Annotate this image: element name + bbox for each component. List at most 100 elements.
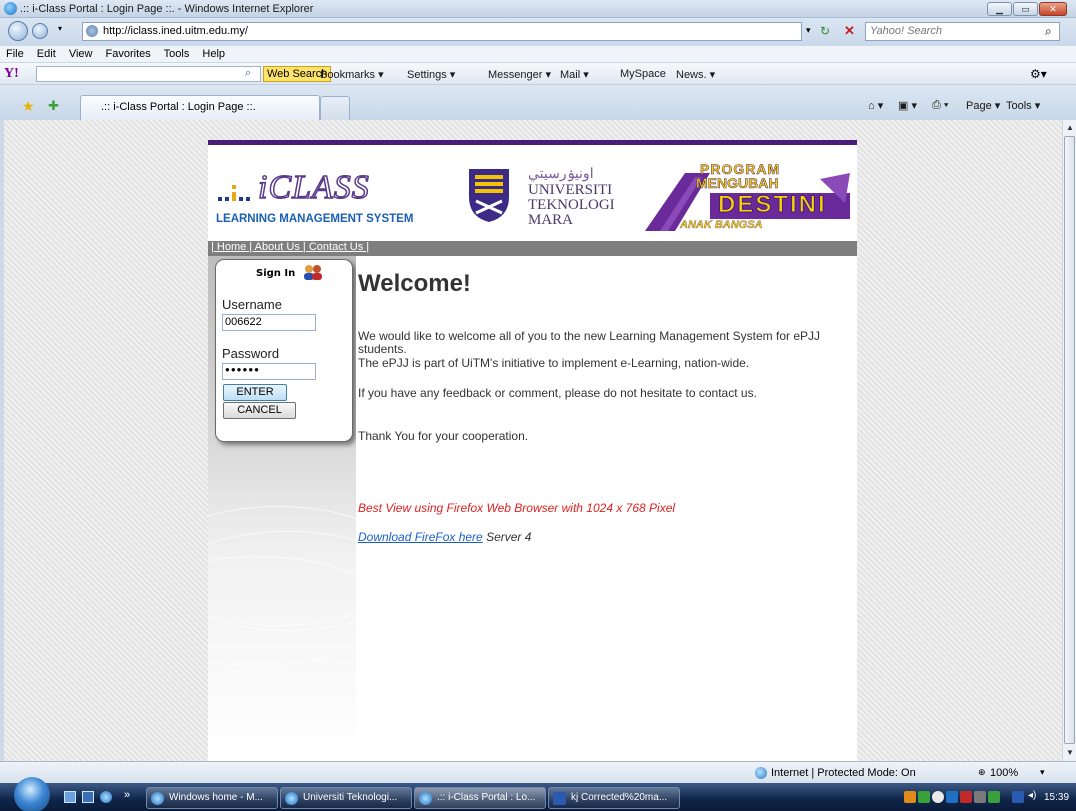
yahoo-logo[interactable]: Y!: [4, 66, 19, 82]
menu-tools[interactable]: Tools: [164, 48, 190, 60]
more-chevron-icon[interactable]: »: [124, 789, 130, 801]
myspace-button[interactable]: MySpace: [620, 68, 666, 80]
password-label: Password: [222, 346, 280, 361]
uitm-name: UNIVERSITI TEKNOLOGI MARA: [528, 183, 615, 228]
page-container: iCLASS LEARNING MANAGEMENT SYSTEM اونيۏر…: [208, 140, 857, 761]
volume-icon[interactable]: ◂): [1028, 790, 1040, 802]
menu-favorites[interactable]: Favorites: [106, 48, 151, 60]
quicklaunch-ie-icon[interactable]: [100, 791, 112, 803]
task-label: .:: i-Class Portal : Lo...: [437, 792, 536, 803]
password-field[interactable]: ●●●●●●: [222, 363, 316, 380]
address-dropdown-icon[interactable]: ▾: [806, 25, 811, 36]
globe-icon: [755, 767, 767, 779]
network-icon[interactable]: [1012, 791, 1024, 803]
uitm-jawi-text: اونيۏرسيتي: [528, 165, 594, 181]
decor-swirl: [208, 556, 356, 666]
print-icon[interactable]: ⎙ ▾: [932, 99, 948, 112]
home-icon[interactable]: ⌂ ▾: [868, 99, 883, 112]
task-universiti[interactable]: Universiti Teknologi...: [280, 787, 412, 809]
security-zone[interactable]: Internet | Protected Mode: On: [771, 767, 916, 779]
vertical-scrollbar[interactable]: ▲ ▼: [1062, 120, 1076, 761]
menu-view[interactable]: View: [69, 48, 93, 60]
cancel-button[interactable]: CANCEL: [223, 402, 296, 419]
page-menu[interactable]: Page ▾: [966, 99, 1000, 112]
settings-button[interactable]: Settings ▾: [407, 68, 455, 81]
toolbar-options-icon[interactable]: ⚙▾: [1030, 67, 1047, 81]
switch-windows-icon[interactable]: [82, 791, 94, 803]
menu-file[interactable]: File: [6, 48, 24, 60]
task-iclass-portal[interactable]: .:: i-Class Portal : Lo...: [414, 787, 546, 809]
new-tab-button[interactable]: [320, 96, 350, 120]
history-chevron-icon[interactable]: ▾: [58, 24, 62, 33]
stop-icon[interactable]: ✕: [844, 23, 855, 39]
forward-button[interactable]: [32, 23, 48, 39]
search-input[interactable]: Yahoo! Search: [865, 22, 1060, 41]
feeds-icon[interactable]: ▣ ▾: [898, 99, 917, 112]
tab-bar: ★ ✚ .:: i-Class Portal : Login Page ::. …: [0, 85, 1076, 120]
magnifier-icon[interactable]: ⌕: [245, 67, 251, 80]
maximize-button[interactable]: ▭: [1013, 2, 1038, 16]
menu-help[interactable]: Help: [202, 48, 225, 60]
sign-in-title: Sign In: [256, 268, 296, 279]
window-title: .:: i-Class Portal : Login Page ::. - Wi…: [20, 3, 314, 15]
best-view-note: Best View using Firefox Web Browser with…: [358, 501, 676, 515]
favorites-star-icon[interactable]: ★: [22, 98, 35, 115]
add-favorite-icon[interactable]: ✚: [48, 98, 59, 114]
search-icon[interactable]: ⌕: [1045, 24, 1052, 39]
scroll-down-icon[interactable]: ▼: [1066, 748, 1074, 757]
task-windows-home[interactable]: Windows home - M...: [146, 787, 278, 809]
download-row: Download FireFox here Server 4: [358, 531, 531, 544]
tab-iclass-portal[interactable]: .:: i-Class Portal : Login Page ::.: [80, 95, 320, 120]
window-titlebar: .:: i-Class Portal : Login Page ::. - Wi…: [0, 0, 1076, 18]
news-button[interactable]: News. ▾: [676, 68, 715, 81]
address-input[interactable]: http://iclass.ined.uitm.edu.my/: [82, 22, 802, 41]
tray-app-icon[interactable]: [988, 791, 1000, 803]
clock[interactable]: 15:39: [1044, 792, 1069, 803]
tray-app-icon[interactable]: [918, 791, 930, 803]
zoom-dropdown-icon[interactable]: ▾: [1040, 767, 1045, 778]
scroll-up-icon[interactable]: ▲: [1066, 123, 1074, 132]
mail-button[interactable]: Mail ▾: [560, 68, 589, 81]
close-button[interactable]: ✕: [1039, 2, 1067, 16]
bookmarks-button[interactable]: Bookmarks ▾: [320, 68, 384, 81]
enter-button[interactable]: ENTER: [223, 384, 287, 401]
zoom-level[interactable]: 100%: [990, 767, 1018, 779]
minimize-button[interactable]: ▁: [987, 2, 1012, 16]
back-button[interactable]: [8, 21, 28, 41]
menu-edit[interactable]: Edit: [37, 48, 56, 60]
tools-menu[interactable]: Tools ▾: [1006, 99, 1040, 112]
tray-app-icon[interactable]: [974, 791, 986, 803]
download-firefox-link[interactable]: Download FireFox here: [358, 530, 483, 544]
task-word-doc[interactable]: kj Corrected%20ma...: [548, 787, 680, 809]
welcome-heading-text: Welcome!: [358, 270, 471, 297]
system-tray: ◂) 15:39: [872, 787, 1076, 809]
address-bar-row: ▾ http://iclass.ined.uitm.edu.my/ ▾ ↻ ✕ …: [0, 18, 1076, 46]
zoom-icon: ⊕: [978, 767, 986, 777]
welcome-paragraph-3: If you have any feedback or comment, ple…: [358, 386, 757, 400]
browser-viewport: iCLASS LEARNING MANAGEMENT SYSTEM اونيۏر…: [4, 120, 1062, 761]
banner-mengubah: MENGUBAH: [696, 175, 779, 192]
top-nav: | Home | About Us | Contact Us |: [208, 241, 857, 256]
welcome-paragraph-1: We would like to welcome all of you to t…: [358, 329, 821, 356]
server-label: Server 4: [486, 530, 532, 544]
nav-links[interactable]: | Home | About Us | Contact Us |: [211, 241, 369, 253]
task-ie-icon: [151, 792, 164, 805]
tray-app-icon[interactable]: [932, 791, 944, 803]
refresh-icon[interactable]: ↻: [820, 24, 830, 38]
show-desktop-icon[interactable]: [64, 791, 76, 803]
username-field[interactable]: 006622: [222, 314, 316, 331]
tray-app-icon[interactable]: [946, 791, 958, 803]
scroll-thumb[interactable]: [1064, 136, 1075, 744]
tray-app-icon[interactable]: [904, 791, 916, 803]
task-label: kj Corrected%20ma...: [571, 792, 668, 803]
task-label: Universiti Teknologi...: [303, 792, 398, 803]
welcome-paragraph-2: The ePJJ is part of UiTM's initiative to…: [358, 356, 750, 370]
banner-anak-bangsa: ANAK BANGSA: [680, 219, 763, 231]
tray-app-icon[interactable]: [960, 791, 972, 803]
uitm-line1: UNIVERSITI: [528, 182, 613, 198]
messenger-button[interactable]: Messenger ▾: [488, 68, 551, 81]
start-button[interactable]: [14, 777, 50, 811]
uitm-crest-icon: [466, 167, 512, 223]
status-bar: Internet | Protected Mode: On ⊕ 100% ▾: [0, 761, 1076, 783]
yahoo-search-input[interactable]: [36, 66, 261, 82]
